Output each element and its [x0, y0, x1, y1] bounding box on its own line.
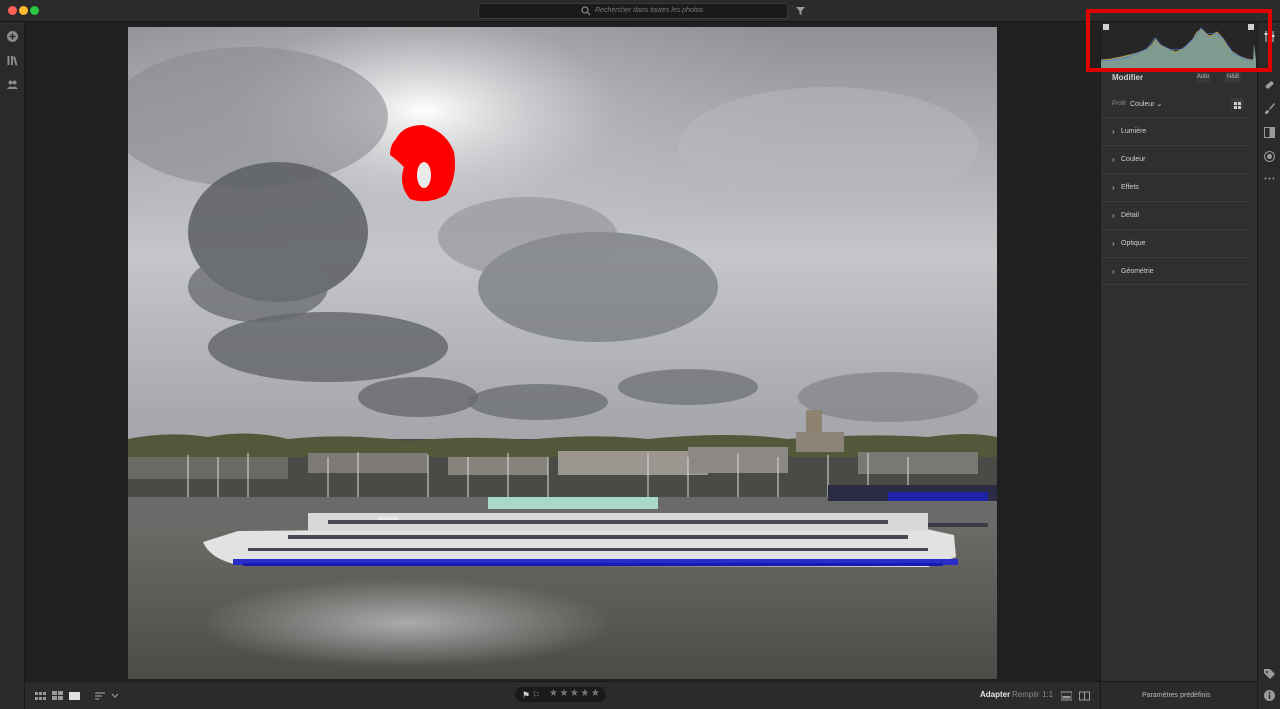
- search-placeholder: Rechercher dans toutes les photos: [595, 7, 704, 14]
- more-icon[interactable]: [1263, 172, 1276, 185]
- right-rail: [1257, 22, 1280, 709]
- close-window-button[interactable]: [8, 6, 17, 15]
- section-label: Couleur: [1121, 156, 1146, 163]
- info-icon[interactable]: [1263, 689, 1276, 702]
- linear-gradient-icon[interactable]: [1263, 126, 1276, 139]
- profile-browser-button[interactable]: [1231, 98, 1244, 109]
- chevron-down-icon[interactable]: [111, 691, 119, 701]
- section-label: Optique: [1121, 240, 1146, 247]
- minimize-window-button[interactable]: [19, 6, 28, 15]
- single-view-icon[interactable]: [69, 691, 80, 701]
- auto-button[interactable]: Auto: [1196, 72, 1210, 83]
- radial-gradient-icon[interactable]: [1263, 150, 1276, 163]
- presets-button[interactable]: Paramètres prédéfinis: [1142, 692, 1210, 699]
- section-label: Détail: [1121, 212, 1139, 219]
- section-label: Effets: [1121, 184, 1139, 191]
- section-color[interactable]: › Couleur: [1101, 145, 1251, 173]
- section-light[interactable]: › Lumière: [1101, 117, 1251, 145]
- grid-icon: [1234, 102, 1241, 109]
- tag-icon[interactable]: [1263, 667, 1276, 680]
- search-field[interactable]: Rechercher dans toutes les photos: [478, 3, 788, 19]
- profile-value: Couleur: [1130, 101, 1155, 108]
- grid-small-icon[interactable]: [35, 691, 46, 701]
- reject-flag-icon[interactable]: ⚐: [532, 690, 540, 701]
- section-effects[interactable]: › Effets: [1101, 173, 1251, 201]
- add-photos-icon[interactable]: [6, 30, 19, 43]
- left-rail: [0, 22, 25, 709]
- compare-icon[interactable]: [1079, 691, 1090, 701]
- grid-large-icon[interactable]: [52, 691, 63, 701]
- photo-viewer: [25, 22, 1100, 681]
- search-icon: [581, 6, 591, 16]
- section-label: Lumière: [1121, 128, 1147, 135]
- profile-dropdown[interactable]: Couleur ⌄: [1130, 100, 1162, 108]
- section-label: Géométrie: [1121, 268, 1154, 275]
- edit-panel: Modifier Auto N&B Profil Couleur ⌄ › Lumi…: [1100, 22, 1258, 681]
- zoom-window-button[interactable]: [30, 6, 39, 15]
- section-geometry[interactable]: › Géométrie: [1101, 257, 1251, 285]
- chevron-right-icon: ›: [1112, 211, 1115, 220]
- star-rating[interactable]: ★★★★★: [549, 688, 601, 699]
- people-icon[interactable]: [6, 78, 19, 91]
- chevron-right-icon: ›: [1112, 267, 1115, 276]
- chevron-right-icon: ›: [1112, 239, 1115, 248]
- zoom-fill-button[interactable]: Remplir: [1012, 690, 1040, 699]
- filter-icon[interactable]: [796, 6, 805, 15]
- section-detail[interactable]: › Détail: [1101, 201, 1251, 229]
- presets-bar: Paramètres prédéfinis: [1100, 681, 1257, 709]
- chevron-right-icon: ›: [1112, 127, 1115, 136]
- filmstrip-icon[interactable]: [1061, 691, 1072, 701]
- panel-title: Modifier: [1112, 73, 1144, 82]
- bw-button[interactable]: N&B: [1225, 72, 1241, 83]
- chevron-right-icon: ›: [1112, 183, 1115, 192]
- zoom-fit-button[interactable]: Adapter: [980, 690, 1010, 699]
- chevron-right-icon: ›: [1112, 155, 1115, 164]
- profile-label: Profil: [1112, 101, 1126, 107]
- brush-icon[interactable]: [1263, 102, 1276, 115]
- bottom-toolbar: ⚑ ⚐ ★★★★★ Adapter Remplir 1:1: [25, 681, 1100, 709]
- flag-rating-control: ⚑ ⚐ ★★★★★: [515, 687, 606, 702]
- sort-icon[interactable]: [95, 691, 106, 701]
- zoom-1to1-button[interactable]: 1:1: [1042, 690, 1053, 699]
- pick-flag-icon[interactable]: ⚑: [522, 690, 530, 701]
- annotation-highlight-box: [1086, 9, 1272, 72]
- library-icon[interactable]: [6, 54, 19, 67]
- section-optics[interactable]: › Optique: [1101, 229, 1251, 257]
- main-photo[interactable]: [128, 27, 997, 679]
- healing-brush-icon[interactable]: [1263, 78, 1276, 91]
